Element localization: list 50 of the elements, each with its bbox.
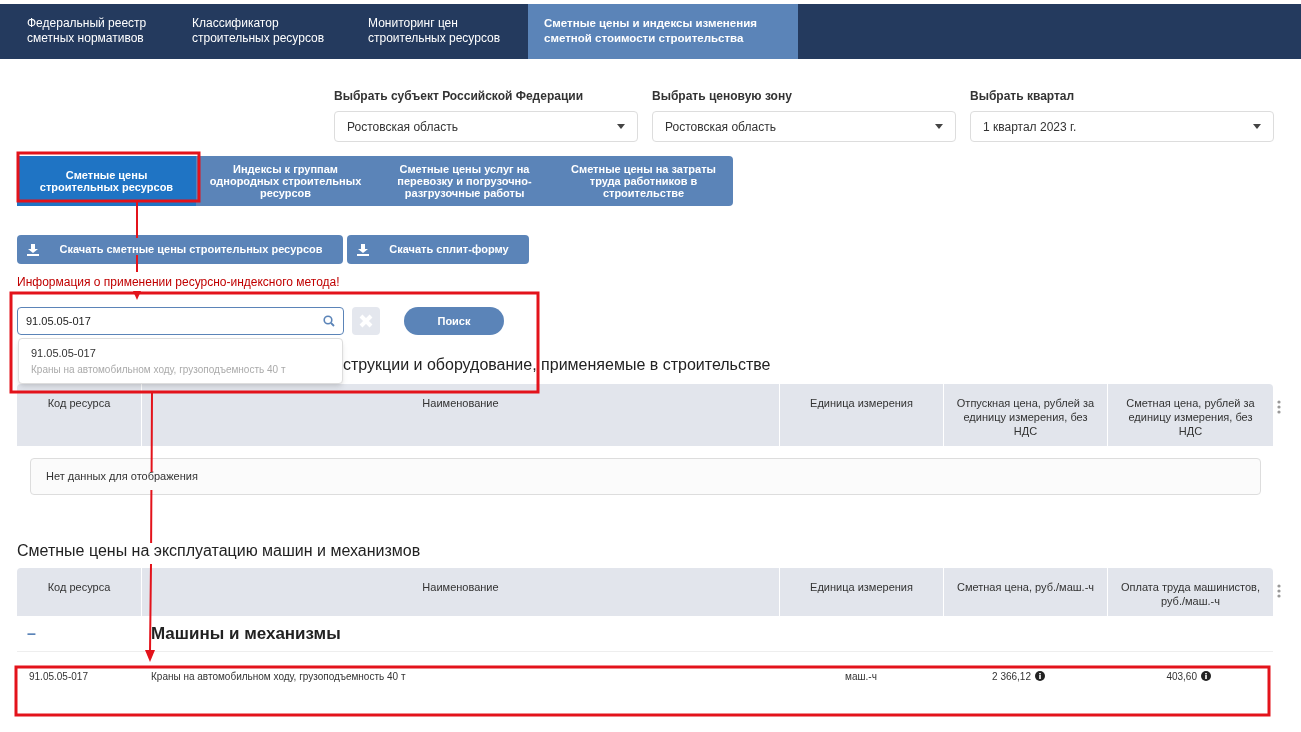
table-cell-text: 2 366,12	[992, 669, 1031, 684]
table-cell-text: 403,60	[1166, 669, 1197, 684]
table-cell: 91.05.05-017	[29, 670, 88, 682]
caret-icon	[1253, 124, 1261, 129]
empty-message: Нет данных для отображения	[46, 469, 198, 485]
group-title: Машины и механизмы	[150, 622, 341, 645]
download-icon	[27, 243, 39, 256]
more-icon[interactable]	[1277, 400, 1281, 414]
nav-tab[interactable]: Классификатор строительных ресурсов	[176, 4, 352, 59]
caret-icon	[617, 124, 625, 129]
section-tab[interactable]: Сметные цены на затраты труда работников в строительстве	[554, 156, 733, 206]
table-cell: Краны на автомобильном ходу, грузоподъемность 40 т	[151, 670, 406, 682]
section-tab[interactable]: Индексы к группам однородных строительных ресурсов	[196, 156, 375, 206]
select-field[interactable]: 1 квартал 2023 г.	[970, 111, 1274, 142]
section-tab[interactable]: Сметные цены строительных ресурсов	[17, 156, 196, 206]
select-field[interactable]: Ростовская область	[334, 111, 638, 142]
download-button[interactable]: Скачать сметные цены строительных ресурсов	[17, 235, 343, 264]
search-button[interactable]: Поиск	[404, 307, 504, 335]
filter-label: Выбрать ценовую зону	[652, 88, 793, 105]
nav-tab[interactable]: Мониторинг цен строительных ресурсов	[352, 4, 528, 59]
info-link[interactable]: Информация о применении ресурсно-индексного метода!	[17, 275, 340, 289]
column-header: Код ресурса	[46, 396, 112, 411]
section-tab[interactable]: Сметные цены услуг на перевозку и погрузочно-разгрузочные работы	[375, 156, 554, 206]
column-header: Единица измерения	[779, 568, 943, 616]
column-header: Оплата труда машинистов, руб./маш.-ч	[1107, 568, 1273, 616]
download-button[interactable]: Скачать сплит-форму	[347, 235, 529, 264]
nav-tab[interactable]: Сметные цены и индексы изменения сметной стоимости строительства	[528, 4, 798, 59]
info-icon	[1035, 671, 1045, 681]
column-header: Отпускная цена, рублей за единицу измерения, без НДС	[943, 384, 1107, 446]
nav-tab[interactable]: Федеральный реестр сметных нормативов	[0, 4, 176, 59]
section-title: Сметные цены на эксплуатацию машин и механизмов	[17, 542, 421, 559]
close-icon	[359, 314, 373, 328]
search-icon	[323, 315, 335, 327]
search-field[interactable]: 91.05.05-017	[17, 307, 344, 335]
column-header: Код ресурса	[46, 580, 112, 595]
filter-label: Выбрать субъект Российской Федерации	[334, 88, 585, 105]
more-icon[interactable]	[1277, 584, 1281, 598]
suggestion-item[interactable]: 91.05.05-017 Краны на автомобильном ходу, грузоподъемность 40 т	[31, 345, 330, 377]
column-header: Наименование	[141, 568, 779, 616]
info-icon	[1201, 671, 1211, 681]
section-title: струкции и оборудование, применяемые в строительстве	[343, 356, 771, 373]
column-header: Сметная цена, рублей за единицу измерения, без НДС	[1107, 384, 1273, 446]
caret-icon	[935, 124, 943, 129]
collapse-button[interactable]: –	[17, 621, 141, 646]
download-icon	[357, 243, 369, 256]
select-field[interactable]: Ростовская область	[652, 111, 956, 142]
filter-label: Выбрать квартал	[970, 88, 1076, 105]
table-cell: маш.-ч	[845, 670, 877, 682]
column-header: Единица измерения	[779, 384, 943, 446]
column-header: Сметная цена, руб./маш.-ч	[943, 568, 1107, 616]
